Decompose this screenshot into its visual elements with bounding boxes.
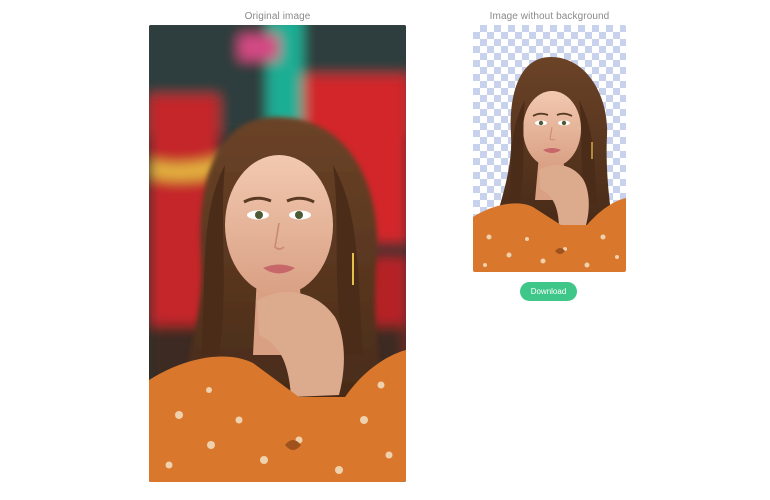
result-image — [473, 25, 626, 272]
original-image — [149, 25, 406, 482]
result-image-graphic — [473, 57, 626, 272]
result-image-caption: Image without background — [489, 11, 610, 22]
download-button[interactable]: Download — [520, 282, 577, 301]
original-image-graphic — [149, 25, 406, 482]
original-image-caption: Original image — [244, 11, 311, 22]
